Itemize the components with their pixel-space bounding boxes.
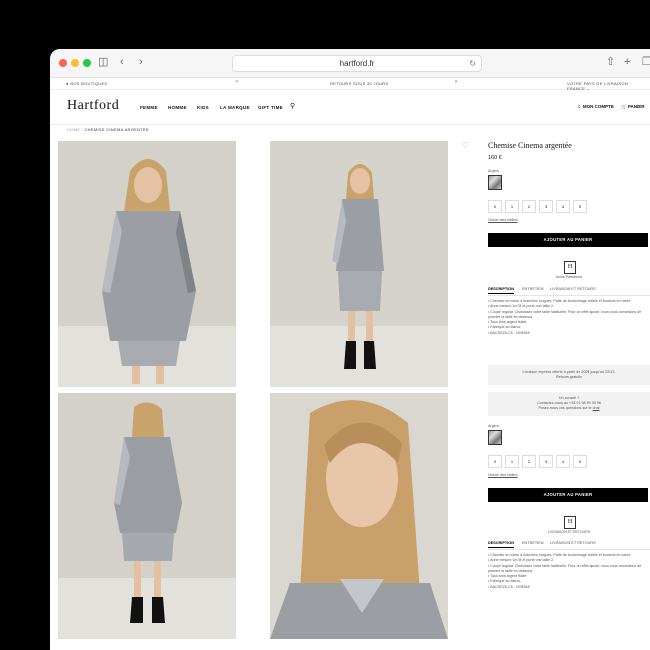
product-price: 160 €: [488, 155, 502, 161]
nav-item-kids[interactable]: KIDS: [197, 105, 209, 110]
breadcrumb-separator: /: [81, 127, 84, 132]
crest-label: Usine Parisienne: [555, 275, 583, 279]
share-icon[interactable]: ⇧: [606, 55, 615, 69]
size-option[interactable]: 1: [505, 455, 519, 468]
size-option[interactable]: 3: [539, 455, 553, 468]
product-photo-back[interactable]: [58, 393, 236, 639]
list-item: Coupe regular. Choisissez votre taille h…: [488, 310, 648, 321]
cart-link[interactable]: 🛒 PANIER: [621, 104, 645, 110]
tab-livraison[interactable]: LIVRAISON ET RETOURS: [550, 287, 596, 293]
tabs-icon[interactable]: ❐: [642, 55, 650, 69]
tab-description[interactable]: DESCRIPTION: [488, 541, 514, 548]
account-link[interactable]: ☺ MON COMPTE: [577, 104, 614, 109]
browser-window: ◫ ‹ › hartford.fr ↻ ⇧ + ❐ ● NOS BOUTIQUE…: [50, 49, 650, 650]
browser-toolbar: ◫ ‹ › hartford.fr ↻ ⇧ + ❐: [50, 49, 650, 78]
description-list: Chemise en coton à manches longues. Patt…: [488, 553, 648, 590]
product-photo-front-boots[interactable]: [270, 141, 448, 387]
maximize-window-button[interactable]: [83, 59, 91, 67]
size-option[interactable]: 3: [539, 200, 553, 213]
product-title: Chemise Cinema argentée: [488, 141, 572, 150]
breadcrumb-current: CHEMISE CINEMA ARGENTÉE: [84, 127, 149, 132]
size-option[interactable]: 4: [556, 455, 570, 468]
announcement-next-icon[interactable]: ›: [455, 79, 457, 85]
size-option[interactable]: 0: [488, 455, 502, 468]
size-option[interactable]: 5: [573, 200, 587, 213]
product-photo-front[interactable]: [58, 141, 236, 387]
tab-divider: [488, 549, 650, 550]
advice-box: Un conseil ? Contactez-nous au +33 01 58…: [488, 392, 650, 416]
site-header: Hartford FEMME HOMME KIDS LA MARQUE GIFT…: [50, 90, 650, 125]
color-label: Argent: [488, 169, 499, 173]
size-option[interactable]: 5: [573, 455, 587, 468]
tab-divider: [488, 295, 650, 296]
minimize-window-button[interactable]: [71, 59, 79, 67]
close-window-button[interactable]: [59, 59, 67, 67]
list-item: BACDEZ6-C5 - CINEMA: [488, 585, 648, 590]
product-photo-portrait[interactable]: [270, 393, 448, 639]
color-label: Argent: [488, 424, 499, 428]
returns-line: Retours gratuits: [555, 375, 583, 379]
add-to-cart-button[interactable]: AJOUTER AU PANIER: [488, 233, 648, 247]
description-list: Chemise en coton à manches longues. Patt…: [488, 299, 648, 336]
stores-link[interactable]: ● NOS BOUTIQUES: [66, 81, 107, 86]
sidebar-icon[interactable]: ◫: [98, 55, 108, 69]
advice-chat-line: Posez-nous vos questions sur le chat: [488, 406, 650, 411]
nav-item-gift-time[interactable]: GIFT TIME: [258, 105, 283, 110]
account-label: MON COMPTE: [582, 104, 614, 109]
crest-label: LIVRAISON ET RETOURS: [547, 530, 591, 534]
size-guide-link[interactable]: Guide des tailles: [488, 217, 650, 222]
breadcrumb-home[interactable]: HOME: [67, 127, 80, 132]
address-bar[interactable]: hartford.fr ↻: [232, 55, 482, 72]
list-item: Coupe regular. Choisissez votre taille h…: [488, 564, 648, 575]
tab-description[interactable]: DESCRIPTION: [488, 287, 514, 294]
tab-livraison[interactable]: LIVRAISON ET RETOURS: [550, 541, 596, 547]
size-option[interactable]: 1: [505, 200, 519, 213]
size-option[interactable]: 2: [522, 455, 536, 468]
size-guide-link[interactable]: Guide des tailles: [488, 472, 650, 477]
chevron-right-icon[interactable]: ›: [139, 55, 143, 69]
site-logo[interactable]: Hartford: [67, 98, 119, 114]
size-option[interactable]: 0: [488, 200, 502, 213]
nav-item-la-marque[interactable]: LA MARQUE: [220, 105, 250, 110]
announcement-bar: ● NOS BOUTIQUES ‹ RETOURS SOUS 30 JOURS …: [50, 78, 650, 91]
tab-entretien[interactable]: ENTRETIEN: [522, 541, 544, 547]
reload-icon[interactable]: ↻: [469, 56, 476, 71]
plus-icon[interactable]: +: [624, 55, 630, 69]
size-option[interactable]: 2: [522, 200, 536, 213]
nav-item-femme[interactable]: FEMME: [140, 105, 158, 110]
size-option[interactable]: 4: [556, 200, 570, 213]
cart-label: PANIER: [627, 104, 645, 109]
search-icon[interactable]: ⚲: [290, 102, 295, 110]
crest-icon: H: [564, 516, 576, 529]
tab-entretien[interactable]: ENTRETIEN: [522, 287, 544, 293]
color-swatch-argent[interactable]: [488, 430, 502, 445]
announcement-text: RETOURS SOUS 30 JOURS: [330, 81, 389, 86]
shipping-info-box: Livraison express offerte à partir de 20…: [488, 365, 650, 385]
chevron-left-icon[interactable]: ‹: [120, 55, 124, 69]
crest-icon: H: [564, 261, 576, 274]
add-to-cart-button[interactable]: AJOUTER AU PANIER: [488, 488, 648, 502]
breadcrumb: HOME / CHEMISE CINEMA ARGENTÉE: [67, 127, 149, 132]
list-item: BACDEZ6-C5 - CINEMA: [488, 331, 648, 336]
chat-link[interactable]: chat: [593, 406, 600, 410]
wishlist-heart-icon[interactable]: ♡: [462, 141, 469, 150]
color-swatch-argent[interactable]: [488, 175, 502, 190]
nav-item-homme[interactable]: HOMME: [168, 105, 187, 110]
url-text: hartford.fr: [339, 59, 375, 68]
advice-chat-text: Posez-nous vos questions sur le: [538, 406, 592, 410]
announcement-prev-icon[interactable]: ‹: [236, 79, 238, 85]
